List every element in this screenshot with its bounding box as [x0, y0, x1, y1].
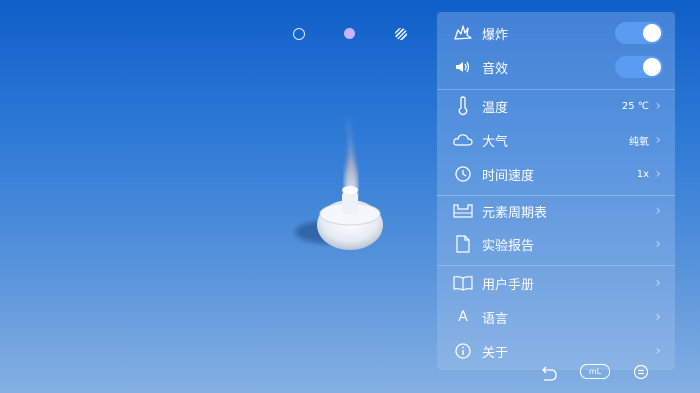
language-row[interactable]: A 语言 › [437, 302, 675, 332]
settings-panel: 爆炸 音效 温度 25 ℃ › 大气 纯氧 › 时间速度 1x › 元素周期表 … [437, 12, 675, 370]
user-manual-row[interactable]: 用户手册 › [437, 268, 675, 298]
speaker-icon [452, 56, 474, 78]
explosion-label: 爆炸 [482, 27, 509, 43]
alcohol-lamp-scene[interactable] [290, 110, 410, 270]
bottom-toolbar: mL [538, 364, 653, 382]
time-speed-value: 1x [636, 168, 649, 180]
explosion-row[interactable]: 爆炸 [437, 18, 675, 48]
ml-icon[interactable]: mL [580, 364, 610, 379]
clock-icon [452, 163, 474, 185]
about-row[interactable]: 关于 › [437, 336, 675, 366]
book-icon [452, 272, 474, 294]
flame-smoke [344, 115, 358, 198]
temperature-label: 温度 [482, 100, 509, 116]
chevron-right-icon: › [655, 98, 661, 114]
language-label: 语言 [482, 311, 509, 327]
sound-toggle[interactable] [615, 56, 663, 78]
user-manual-label: 用户手册 [482, 277, 535, 293]
chevron-right-icon: › [655, 203, 661, 219]
periodic-table-icon [452, 200, 474, 222]
purple-dot-icon[interactable] [343, 27, 356, 40]
chevron-right-icon: › [655, 275, 661, 291]
toggle-knob [643, 58, 661, 76]
divider [437, 89, 675, 90]
sound-row[interactable]: 音效 [437, 52, 675, 82]
periodic-table-label: 元素周期表 [482, 205, 548, 221]
flask-neck-top [342, 186, 358, 194]
chevron-right-icon: › [655, 236, 661, 252]
circle-outline-icon[interactable] [292, 27, 305, 40]
info-icon [452, 340, 474, 362]
time-speed-row[interactable]: 时间速度 1x › [437, 159, 675, 189]
divider [437, 265, 675, 266]
chevron-right-icon: › [655, 166, 661, 182]
document-icon [452, 233, 474, 255]
chevron-right-icon: › [655, 309, 661, 325]
periodic-table-row[interactable]: 元素周期表 › [437, 196, 675, 226]
about-label: 关于 [482, 345, 509, 361]
atmosphere-label: 大气 [482, 134, 509, 150]
temperature-value: 25 ℃ [621, 100, 649, 112]
letter-a-icon: A [458, 309, 468, 325]
atmosphere-value: 纯氧 [629, 136, 649, 148]
explosion-icon [452, 22, 474, 44]
explosion-toggle[interactable] [615, 22, 663, 44]
ml-label: mL [588, 367, 602, 376]
temperature-row[interactable]: 温度 25 ℃ › [437, 91, 675, 121]
thermometer-icon [452, 95, 474, 117]
cloud-icon [452, 129, 474, 151]
undo-icon[interactable] [538, 364, 558, 386]
lab-report-row[interactable]: 实验报告 › [437, 229, 675, 259]
lab-report-label: 实验报告 [482, 238, 535, 254]
menu-icon[interactable] [633, 364, 649, 384]
time-speed-label: 时间速度 [482, 168, 535, 184]
top-toolbar [292, 27, 407, 40]
atmosphere-row[interactable]: 大气 纯氧 › [437, 125, 675, 155]
toggle-knob [643, 24, 661, 42]
sound-label: 音效 [482, 61, 509, 77]
chevron-right-icon: › [655, 343, 661, 359]
chevron-right-icon: › [655, 132, 661, 148]
striped-circle-icon[interactable] [394, 27, 407, 40]
